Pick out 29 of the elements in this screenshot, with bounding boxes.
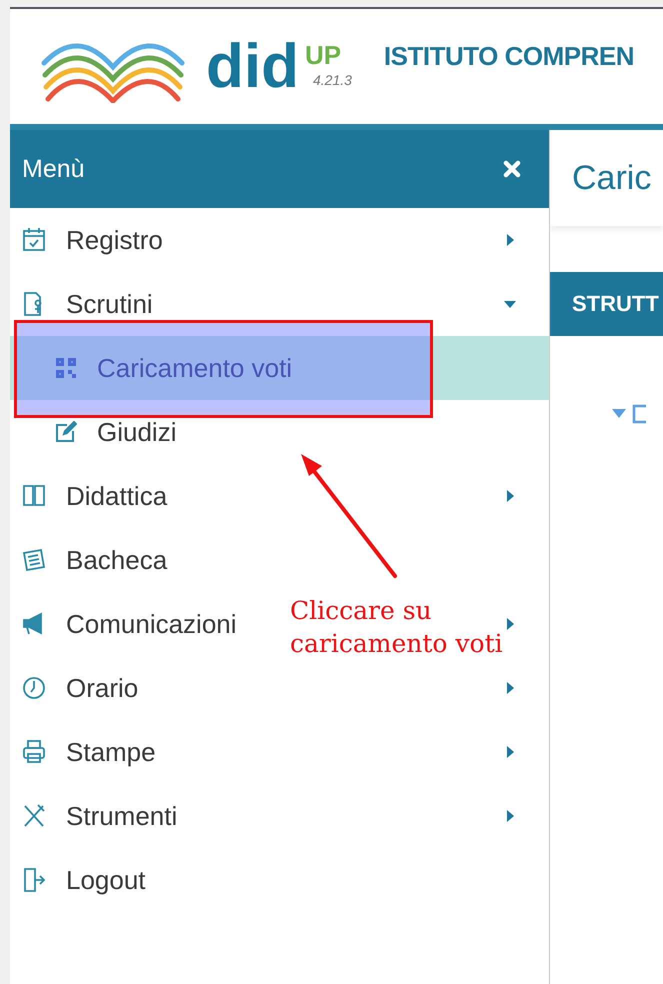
menu-item[interactable]: Logout (66, 864, 146, 896)
menu-item[interactable]: Stampe (66, 736, 156, 768)
menu-item[interactable]: Didattica (66, 480, 168, 512)
menu-item[interactable]: Comunicazioni (66, 608, 237, 640)
printer-icon (22, 739, 46, 765)
menu-item[interactable]: Orario (66, 672, 138, 704)
qr-code-icon (55, 357, 77, 379)
logo-superscript: UP (304, 38, 342, 72)
submenu-item[interactable]: Giudizi (97, 416, 176, 448)
page-title: Caric (572, 158, 652, 198)
panel-title: STRUTT (572, 291, 659, 317)
menu-title: Menù (22, 154, 85, 184)
school-name: ISTITUTO COMPREN (384, 41, 634, 72)
calendar-check-icon (22, 227, 46, 253)
version-label: 4.21.3 (312, 72, 352, 88)
clock-icon (22, 675, 46, 701)
book-icon (22, 483, 46, 509)
annotation-text: Cliccare su caricamento voti (290, 595, 504, 660)
menu-item[interactable]: Scrutini (66, 288, 153, 320)
logo-wordmark: did (206, 32, 299, 102)
notice-board-icon (22, 547, 46, 573)
caret-down-icon[interactable] (612, 409, 626, 419)
tools-icon (22, 803, 46, 829)
logout-icon (22, 867, 46, 893)
menu-item[interactable]: Registro (66, 224, 163, 256)
edit-icon (55, 421, 77, 443)
menu-item[interactable]: Bacheca (66, 544, 168, 576)
menu-item[interactable]: Strumenti (66, 800, 178, 832)
close-icon[interactable] (503, 160, 521, 178)
